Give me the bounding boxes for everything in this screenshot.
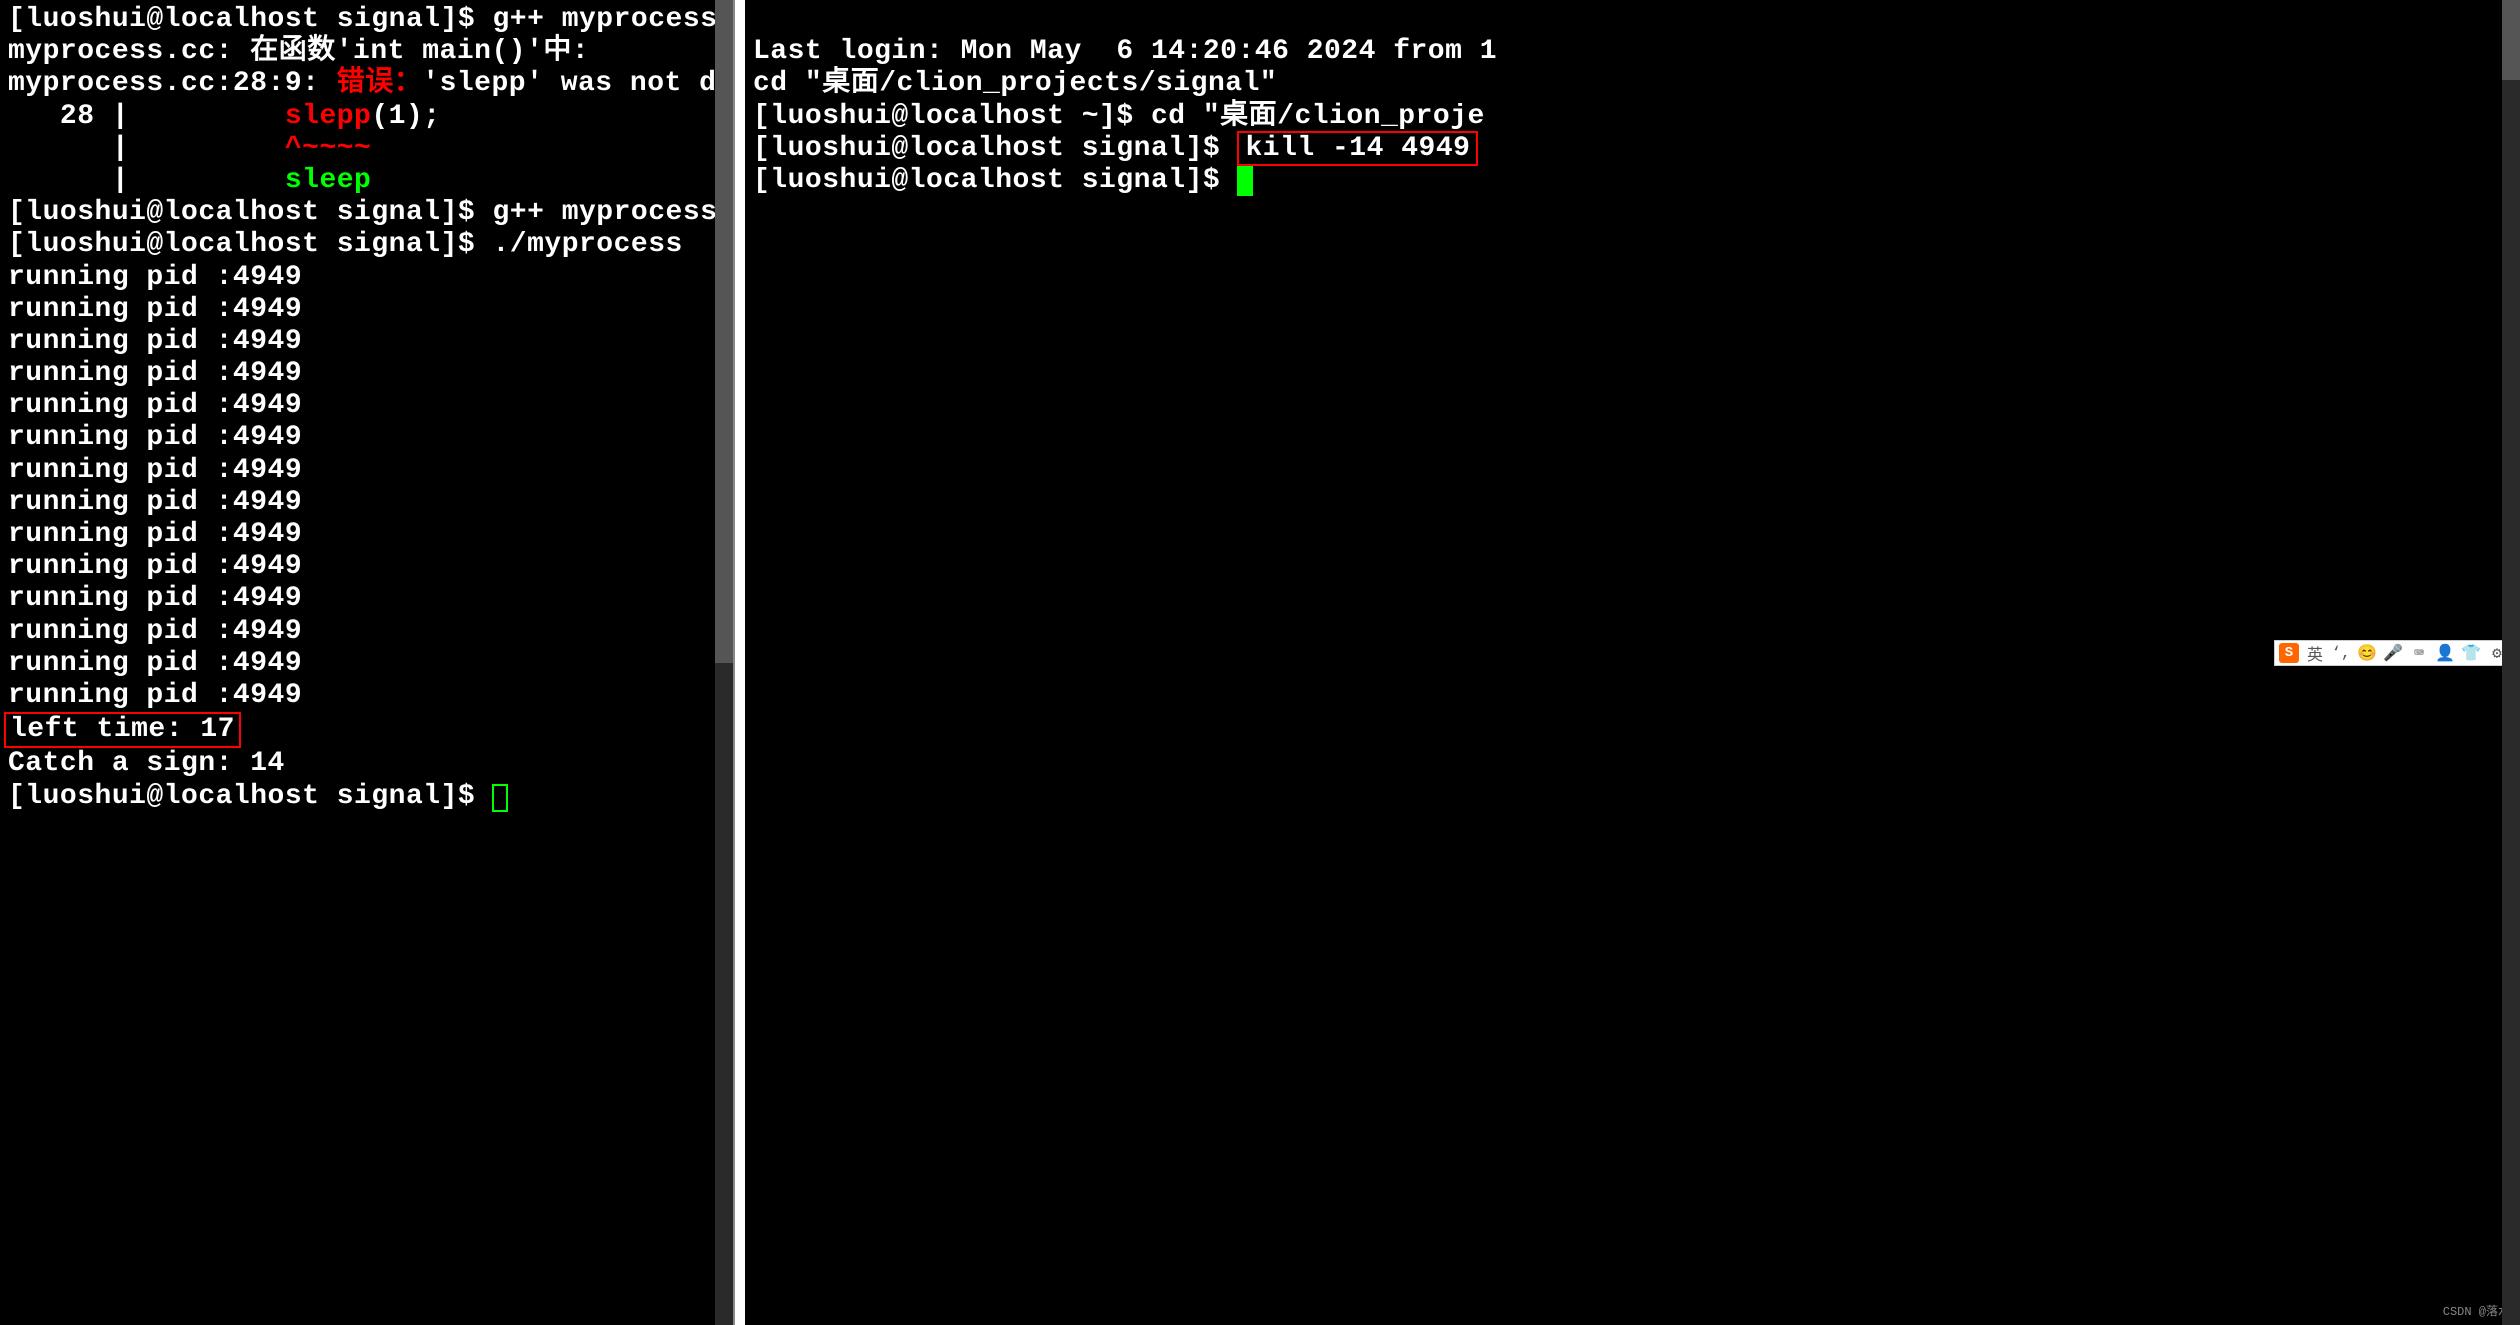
error-location: myprocess.cc:28:9: xyxy=(8,68,319,99)
command-text: g++ myprocess.c xyxy=(492,197,735,228)
prompt-text: [luoshui@localhost signal]$ xyxy=(753,165,1237,196)
running-line: running pid :4949 xyxy=(8,648,725,680)
scrollbar-right[interactable] xyxy=(2502,0,2520,1325)
prompt-line: [luoshui@localhost ~]$ cd "桌面/clion_proj… xyxy=(753,101,2512,133)
running-line: running pid :4949 xyxy=(8,390,725,422)
running-line: running pid :4949 xyxy=(8,616,725,648)
prompt-line: [luoshui@localhost signal]$ ./myprocess xyxy=(8,229,725,261)
running-line: running pid :4949 xyxy=(8,455,725,487)
prompt-line: [luoshui@localhost signal]$ g++ myproces… xyxy=(8,4,725,36)
terminal-right-pane[interactable]: Last login: Mon May 6 14:20:46 2024 from… xyxy=(745,0,2520,1325)
running-line: running pid :4949 xyxy=(8,262,725,294)
ime-lang-icon[interactable]: 英 xyxy=(2305,643,2325,663)
ime-logo-icon[interactable]: S xyxy=(2279,643,2299,663)
error-file: myprocess.cc: xyxy=(8,36,233,67)
scrollbar-left[interactable] xyxy=(715,0,733,1325)
cursor-icon xyxy=(492,784,508,812)
running-line: running pid :4949 xyxy=(8,551,725,583)
error-caret-line: | ^~~~~ xyxy=(8,133,725,165)
error-label: 错误： xyxy=(319,68,422,99)
ime-toolbar[interactable]: S 英 ‘, 😊 🎤 ⌨ 👤 👕 ⚙ xyxy=(2274,640,2512,666)
scrollbar-thumb[interactable] xyxy=(715,0,733,663)
error-text: '中: xyxy=(526,36,589,67)
running-line: running pid :4949 xyxy=(8,326,725,358)
code-text: (1); xyxy=(371,101,440,132)
cd-echo-line: cd "桌面/clion_projects/signal" xyxy=(753,68,2512,100)
error-caret: ^~~~~ xyxy=(285,133,372,164)
prompt-line: [luoshui@localhost signal]$ g++ myproces… xyxy=(8,197,725,229)
error-message-line: myprocess.cc:28:9: 错误：'slepp' was not de xyxy=(8,68,725,100)
ime-keyboard-icon[interactable]: ⌨ xyxy=(2409,643,2429,663)
prompt-line: [luoshui@localhost signal]$ xyxy=(753,165,2512,197)
catch-sign-line: Catch a sign: 14 xyxy=(8,748,725,780)
prompt-text: [luoshui@localhost signal]$ xyxy=(8,229,492,260)
error-function: int main() xyxy=(353,36,526,67)
prompt-text: [luoshui@localhost signal]$ xyxy=(753,133,1237,164)
ime-skin-icon[interactable]: 👕 xyxy=(2461,643,2481,663)
prompt-line: [luoshui@localhost signal]$ xyxy=(8,781,725,813)
command-text: cd "桌面/clion_proje xyxy=(1151,101,1485,132)
ime-emoji-icon[interactable]: 😊 xyxy=(2357,643,2377,663)
watermark-text: CSDN @落水 xyxy=(2443,1302,2510,1319)
cursor-icon xyxy=(1237,166,1253,196)
error-suggest-line: | sleep xyxy=(8,165,725,197)
prompt-text: [luoshui@localhost signal]$ xyxy=(8,781,492,812)
running-line: running pid :4949 xyxy=(8,680,725,712)
running-line: running pid :4949 xyxy=(8,294,725,326)
blank-line xyxy=(753,4,2512,36)
terminal-left-pane[interactable]: [luoshui@localhost signal]$ g++ myproces… xyxy=(0,0,735,1325)
pipe-text: | xyxy=(8,133,285,164)
running-line: running pid :4949 xyxy=(8,583,725,615)
ime-user-icon[interactable]: 👤 xyxy=(2435,643,2455,663)
last-login-line: Last login: Mon May 6 14:20:46 2024 from… xyxy=(753,36,2512,68)
error-token: slepp xyxy=(440,68,527,99)
error-code: slepp xyxy=(285,101,372,132)
running-line: running pid :4949 xyxy=(8,358,725,390)
error-text: ' xyxy=(422,68,439,99)
running-line: running pid :4949 xyxy=(8,519,725,551)
running-output: running pid :4949running pid :4949runnin… xyxy=(8,262,725,713)
prompt-text: [luoshui@localhost signal]$ xyxy=(8,197,492,228)
line-number: 28 | xyxy=(8,101,285,132)
error-context-line: myprocess.cc: 在函数'int main()'中: xyxy=(8,36,725,68)
scrollbar-thumb[interactable] xyxy=(2502,0,2520,80)
pipe-text: | xyxy=(8,165,285,196)
running-line: running pid :4949 xyxy=(8,422,725,454)
ime-mic-icon[interactable]: 🎤 xyxy=(2383,643,2403,663)
kill-command-highlight: kill -14 4949 xyxy=(1237,131,1478,166)
error-text: ' was not de xyxy=(526,68,734,99)
prompt-text: [luoshui@localhost signal]$ xyxy=(8,4,492,35)
prompt-text: [luoshui@localhost ~]$ xyxy=(753,101,1151,132)
running-line: running pid :4949 xyxy=(8,487,725,519)
error-text: 在函数' xyxy=(233,36,353,67)
command-text: ./myprocess xyxy=(492,229,682,260)
prompt-line: [luoshui@localhost signal]$ kill -14 494… xyxy=(753,133,2512,165)
left-time-highlight: left time: 17 xyxy=(4,712,241,748)
command-text: g++ myprocess.c xyxy=(492,4,735,35)
error-suggestion: sleep xyxy=(285,165,372,196)
left-time-line: left time: 17 xyxy=(8,712,725,748)
ime-punct-icon[interactable]: ‘, xyxy=(2331,643,2351,663)
error-code-line: 28 | slepp(1); xyxy=(8,101,725,133)
